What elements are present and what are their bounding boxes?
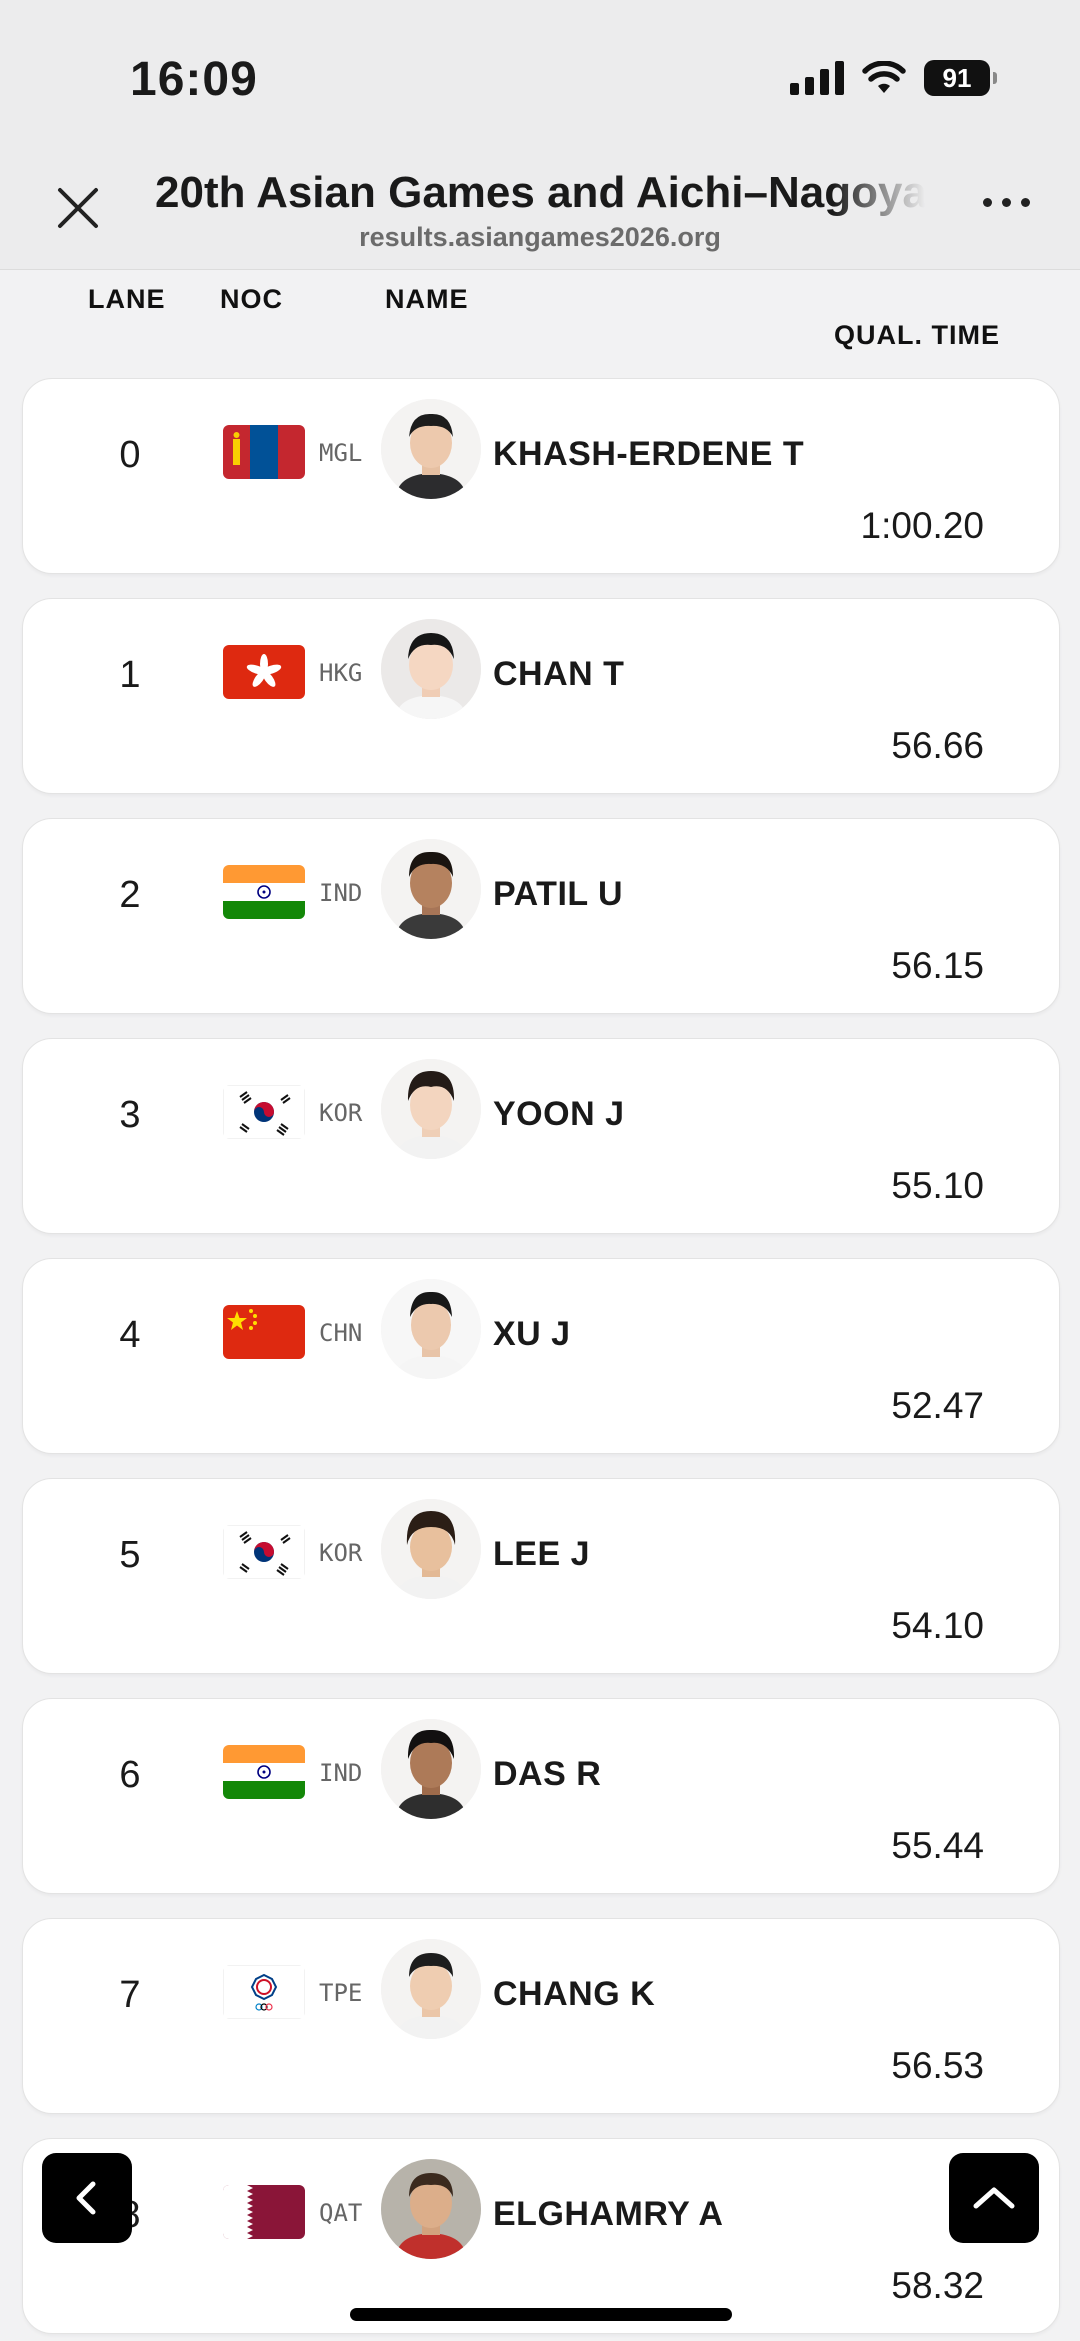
more-dots-icon	[983, 198, 992, 207]
column-header-name: NAME	[385, 284, 469, 314]
athlete-name: CHAN T	[493, 655, 625, 693]
lane-number: 1	[119, 654, 141, 696]
table-row[interactable]: 3 KOR YOON J 55.10	[22, 1038, 1060, 1234]
browser-header: 20th Asian Games and Aichi–Nagoya result…	[0, 150, 1080, 270]
qualification-time: 52.47	[891, 1385, 984, 1426]
lane-number: 2	[119, 874, 141, 916]
qualification-time: 56.15	[891, 945, 984, 986]
qualification-time: 56.66	[891, 725, 984, 766]
qualification-time: 55.44	[891, 1825, 984, 1866]
qatar-flag-icon	[223, 2185, 305, 2239]
lane-number: 3	[119, 1094, 141, 1136]
qualification-time: 54.10	[891, 1605, 984, 1646]
battery-icon: 91	[924, 60, 997, 96]
page-title: 20th Asian Games and Aichi–Nagoya	[155, 168, 925, 217]
noc-code: KOR	[319, 1099, 363, 1127]
lane-number: 4	[119, 1314, 141, 1356]
athlete-avatar	[381, 2159, 481, 2259]
back-button[interactable]	[42, 2153, 132, 2243]
chinese-taipei-flag-icon	[223, 1965, 305, 2019]
qualification-time: 58.32	[891, 2265, 984, 2306]
table-row[interactable]: 2 IND PATIL U 56.15	[22, 818, 1060, 1014]
athlete-name: ELGHAMRY A	[493, 2195, 724, 2233]
athlete-name: LEE J	[493, 1535, 590, 1573]
athlete-name: KHASH-ERDENE T	[493, 435, 805, 473]
table-row[interactable]: 7 TPE CHANG K 56.53	[22, 1918, 1060, 2114]
noc-code: KOR	[319, 1539, 363, 1567]
home-indicator[interactable]	[350, 2308, 732, 2321]
table-row[interactable]: 1 HKG CHAN T 56.66	[22, 598, 1060, 794]
lane-number: 5	[119, 1534, 141, 1576]
athlete-name: DAS R	[493, 1755, 602, 1793]
hong-kong-flag-icon	[223, 645, 305, 699]
athlete-avatar	[381, 839, 481, 939]
status-icons: 91	[790, 60, 997, 96]
south-korea-flag-icon	[223, 1525, 305, 1579]
chevron-left-icon	[76, 2181, 96, 2215]
table-row[interactable]: 5 KOR LEE J 54.10	[22, 1478, 1060, 1674]
table-row[interactable]: 6 IND DAS R 55.44	[22, 1698, 1060, 1894]
noc-code: TPE	[319, 1979, 363, 2007]
qualification-time: 1:00.20	[860, 505, 984, 546]
athlete-name: CHANG K	[493, 1975, 656, 2013]
lane-number: 0	[119, 434, 141, 476]
noc-code: IND	[319, 879, 363, 907]
athlete-avatar	[381, 1279, 481, 1379]
lane-number: 6	[119, 1754, 141, 1796]
more-options-button[interactable]	[983, 198, 1030, 207]
column-header-lane: LANE	[88, 284, 166, 314]
column-header-qual-time: QUAL. TIME	[834, 320, 1000, 350]
cellular-signal-icon	[790, 61, 844, 95]
athlete-name: YOON J	[493, 1095, 625, 1133]
status-time: 16:09	[130, 53, 258, 106]
page-url[interactable]: results.asiangames2026.org	[0, 222, 1080, 253]
column-header-noc: NOC	[220, 284, 283, 314]
table-row[interactable]: 8 QAT ELGHAMRY A 58.32	[22, 2138, 1060, 2334]
noc-code: QAT	[319, 2199, 363, 2227]
china-flag-icon	[223, 1305, 305, 1359]
athlete-avatar	[381, 1719, 481, 1819]
athlete-name: XU J	[493, 1315, 571, 1353]
start-list: 0 MGL KHASH-ERDENE T 1:00.20 1 HKG CHAN …	[22, 378, 1060, 2341]
athlete-avatar	[381, 399, 481, 499]
noc-code: MGL	[319, 439, 363, 467]
table-row[interactable]: 4 CHN XU J 52.47	[22, 1258, 1060, 1454]
noc-code: HKG	[319, 659, 363, 687]
chevron-up-icon	[973, 2187, 1015, 2209]
noc-code: IND	[319, 1759, 363, 1787]
wifi-icon	[862, 61, 906, 93]
table-row[interactable]: 0 MGL KHASH-ERDENE T 1:00.20	[22, 378, 1060, 574]
athlete-avatar	[381, 619, 481, 719]
mongolia-flag-icon	[223, 425, 305, 479]
noc-code: CHN	[319, 1319, 363, 1347]
india-flag-icon	[223, 1745, 305, 1799]
athlete-avatar	[381, 1499, 481, 1599]
athlete-avatar	[381, 1939, 481, 2039]
athlete-avatar	[381, 1059, 481, 1159]
qualification-time: 56.53	[891, 2045, 984, 2086]
lane-number: 7	[119, 1974, 141, 2016]
india-flag-icon	[223, 865, 305, 919]
qualification-time: 55.10	[891, 1165, 984, 1206]
south-korea-flag-icon	[223, 1085, 305, 1139]
status-bar: 16:09 91	[0, 0, 1080, 150]
athlete-name: PATIL U	[493, 875, 624, 913]
scroll-to-top-button[interactable]	[949, 2153, 1039, 2243]
